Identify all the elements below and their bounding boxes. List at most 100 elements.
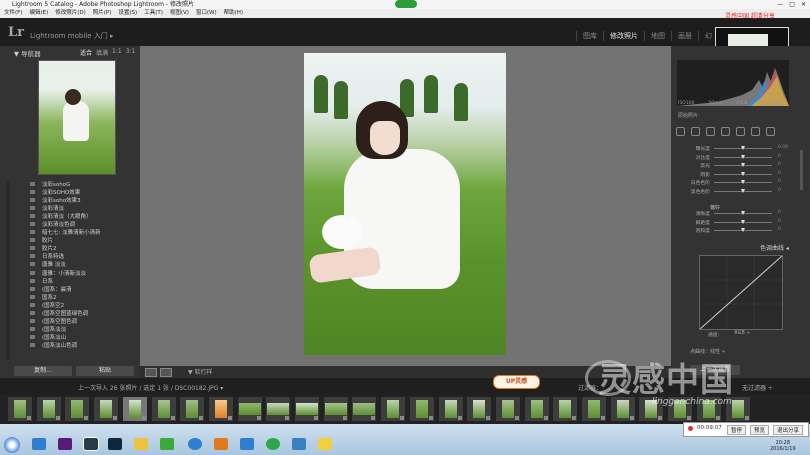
- recording-indicator-icon[interactable]: [395, 0, 417, 8]
- filmstrip-filter-select[interactable]: 无过滤器 ÷: [742, 383, 773, 392]
- slider-value[interactable]: 0: [778, 154, 781, 159]
- slider-knob[interactable]: [741, 211, 745, 215]
- paste-button[interactable]: 粘贴: [76, 366, 134, 376]
- menu-item[interactable]: 编辑(E): [29, 9, 48, 18]
- zoom-1-1[interactable]: 1:1: [112, 48, 122, 57]
- preset-item[interactable]: 淡彩SOHO效果: [16, 188, 136, 196]
- filmstrip-thumbnail[interactable]: [8, 397, 32, 421]
- filmstrip-thumbnail[interactable]: [524, 397, 549, 421]
- menu-item[interactable]: 修改照片(D): [55, 9, 86, 18]
- graduated-filter-icon[interactable]: [736, 127, 745, 136]
- lightroom-taskbar-icon[interactable]: [83, 437, 99, 451]
- preset-item[interactable]: 日系: [16, 277, 136, 285]
- filmstrip-thumbnail[interactable]: [553, 397, 578, 421]
- preview-button[interactable]: 预览: [750, 425, 770, 435]
- filmstrip-thumbnail[interactable]: [266, 397, 291, 421]
- preset-item[interactable]: (国系空图蓝绿色调: [16, 309, 136, 317]
- preset-item[interactable]: (国系空图色调: [16, 317, 136, 325]
- photoshop-icon[interactable]: [108, 438, 122, 450]
- close-button[interactable]: ✕: [801, 0, 806, 9]
- minimize-button[interactable]: —: [777, 0, 783, 9]
- filmstrip-thumbnail[interactable]: [180, 397, 205, 421]
- adjustment-slider[interactable]: 阴影 0: [680, 171, 795, 178]
- menu-item[interactable]: 照片(P): [93, 9, 112, 18]
- compare-view-icon[interactable]: [160, 368, 172, 377]
- slider-knob[interactable]: [741, 188, 745, 193]
- app-icon[interactable]: [292, 438, 306, 450]
- preset-item[interactable]: 淡彩清淡: [16, 204, 136, 212]
- filmstrip-thumbnail[interactable]: [94, 397, 119, 421]
- filmstrip-thumbnail[interactable]: [352, 397, 377, 421]
- ie-icon[interactable]: [32, 438, 46, 450]
- navigator-preview[interactable]: [38, 60, 116, 175]
- module-tab[interactable]: 图库: [576, 31, 603, 41]
- filmstrip-thumbnail[interactable]: [65, 397, 90, 421]
- folder-icon[interactable]: [134, 438, 148, 450]
- radial-filter-icon[interactable]: [751, 127, 760, 136]
- slider-value[interactable]: 0: [778, 227, 781, 232]
- adjustment-slider[interactable]: 曝光度 0.00: [680, 145, 795, 152]
- slider-knob[interactable]: [741, 219, 745, 224]
- zoom-fit[interactable]: 适合: [80, 48, 92, 57]
- kugou-icon[interactable]: [188, 438, 202, 450]
- preset-item[interactable]: 唐雅：小清新淡淡: [16, 269, 136, 277]
- loupe-view-icon[interactable]: [145, 368, 157, 377]
- wechat-icon[interactable]: [160, 438, 174, 450]
- module-tab[interactable]: 画册: [671, 31, 698, 41]
- preset-item[interactable]: (国系淡山色调: [16, 341, 136, 349]
- slider-knob[interactable]: [741, 228, 745, 232]
- module-tab[interactable]: 地图: [644, 31, 671, 41]
- adjustment-slider[interactable]: 饱和度 0: [680, 227, 795, 234]
- slider-knob[interactable]: [741, 163, 745, 167]
- maximize-button[interactable]: □: [789, 0, 795, 9]
- preset-item[interactable]: (国系淡山: [16, 333, 136, 341]
- preset-item[interactable]: 淡彩清淡色调: [16, 220, 136, 228]
- grid-tool-icon[interactable]: [676, 127, 685, 136]
- main-photo[interactable]: [304, 53, 506, 355]
- preset-item[interactable]: 淡彩soho效果3: [16, 196, 136, 204]
- filmstrip-thumbnail[interactable]: [323, 397, 348, 421]
- slider-knob[interactable]: [741, 180, 745, 184]
- menu-item[interactable]: 窗口(W): [196, 9, 217, 18]
- start-button-icon[interactable]: [4, 437, 20, 453]
- preset-item[interactable]: 淡彩sohoG: [16, 180, 136, 188]
- filmstrip-thumbnail[interactable]: [495, 397, 520, 421]
- word-icon[interactable]: [240, 438, 254, 450]
- premiere-icon[interactable]: [58, 438, 72, 450]
- exit-share-button[interactable]: 退出分享: [773, 425, 804, 435]
- lightroom-mobile-link[interactable]: Lightroom mobile 入门 ▸: [30, 31, 114, 41]
- adjustment-slider[interactable]: 清晰度 0: [680, 210, 795, 217]
- filmstrip-thumbnail[interactable]: [36, 397, 61, 421]
- menu-item[interactable]: 设置(S): [118, 9, 137, 18]
- 360-icon[interactable]: [266, 438, 280, 450]
- tone-curve-header[interactable]: 色调曲线 ◂: [760, 243, 789, 252]
- preset-item[interactable]: (国系：晨清: [16, 285, 136, 293]
- preset-item[interactable]: (国系空2: [16, 301, 136, 309]
- adjustment-slider[interactable]: 高光 0: [680, 162, 795, 169]
- adjustment-slider[interactable]: 黑色色阶 0: [680, 188, 795, 195]
- adjustment-slider[interactable]: 鲜艳度 0: [680, 219, 795, 226]
- slider-value[interactable]: 0.00: [778, 145, 788, 150]
- spot-removal-icon[interactable]: [706, 127, 715, 136]
- right-scrollbar[interactable]: [800, 150, 803, 190]
- filmstrip-thumbnail[interactable]: [122, 397, 147, 421]
- preset-item[interactable]: 胶片: [16, 236, 136, 244]
- channel-select[interactable]: RGB ÷: [734, 331, 750, 338]
- slider-knob[interactable]: [741, 154, 745, 159]
- menu-item[interactable]: 工具(T): [144, 9, 163, 18]
- slider-value[interactable]: 0: [778, 171, 781, 176]
- slider-value[interactable]: 0: [778, 162, 781, 167]
- pause-button[interactable]: 暂停: [727, 425, 747, 435]
- menu-item[interactable]: 帮助(H): [224, 9, 243, 18]
- histogram[interactable]: [677, 60, 789, 106]
- adjustment-slider[interactable]: 白色色阶 0: [680, 179, 795, 186]
- filmstrip-thumbnail[interactable]: [409, 397, 434, 421]
- curve-channel[interactable]: 通道： RGB ÷: [708, 331, 750, 338]
- office-icon[interactable]: [214, 438, 228, 450]
- filmstrip-thumbnail[interactable]: [438, 397, 463, 421]
- preset-item[interactable]: 唐雅 淡淡: [16, 260, 136, 268]
- preset-item[interactable]: 暗七七: 淡雅清新小清新: [16, 228, 136, 236]
- menu-item[interactable]: 视图(V): [170, 9, 189, 18]
- preset-item[interactable]: 日系特选: [16, 252, 136, 260]
- taskbar-clock[interactable]: 20:28 2016/1/19: [770, 440, 796, 452]
